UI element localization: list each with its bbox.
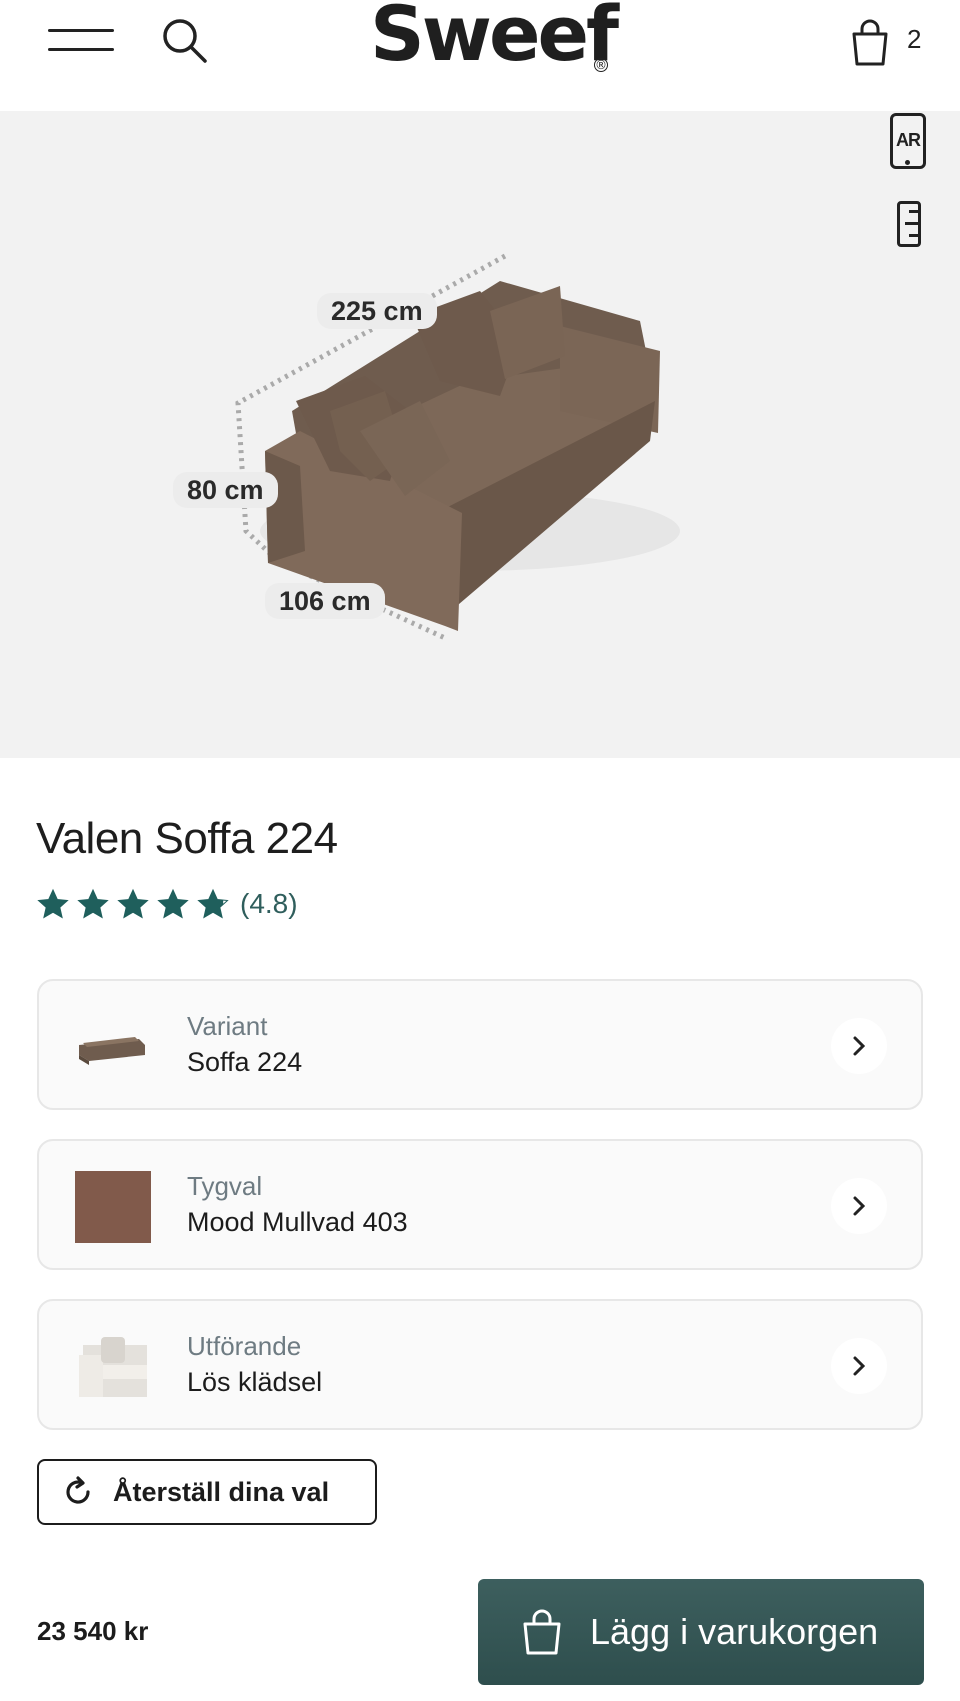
product-title: Valen Soffa 224: [36, 814, 338, 863]
option-value: Mood Mullvad 403: [187, 1207, 408, 1237]
chevron-right-icon: [853, 1196, 866, 1216]
star-icon: [37, 888, 69, 919]
sweef-logo[interactable]: Sweef: [370, 0, 619, 74]
cart-count: 2: [907, 24, 922, 54]
star-icon: [197, 888, 229, 919]
add-to-cart-button[interactable]: Lägg i varukorgen: [478, 1579, 924, 1685]
slipcover-sofa-thumbnail: [79, 1337, 147, 1397]
star-icon: [117, 888, 149, 919]
menu-button[interactable]: [48, 26, 116, 56]
option-label: Variant: [187, 1011, 268, 1041]
chevron-right-button[interactable]: [831, 1018, 887, 1074]
search-button[interactable]: [160, 16, 210, 66]
sofa-image: [235, 253, 680, 641]
rating-value: (4.8): [240, 888, 298, 919]
reset-selections-button[interactable]: Återställ dina val: [37, 1459, 377, 1525]
ruler-icon-tick: [909, 210, 918, 213]
chevron-right-button[interactable]: [831, 1338, 887, 1394]
ruler-icon-tick: [909, 234, 918, 237]
ar-label: AR: [896, 130, 921, 150]
shopping-bag-icon: [523, 1609, 561, 1655]
menu-icon-line: [48, 48, 114, 51]
ruler-icon-tick: [905, 222, 918, 225]
price: 23 540 kr: [37, 1616, 149, 1646]
star-icon: [77, 888, 109, 919]
rating[interactable]: (4.8): [36, 884, 298, 924]
chevron-right-icon: [853, 1356, 866, 1376]
dimension-height-label: 80 cm: [173, 472, 278, 508]
ruler-button[interactable]: [897, 201, 921, 247]
option-card-finish[interactable]: Utförande Lös klädsel: [37, 1299, 923, 1430]
phone-icon-dot: [905, 160, 910, 165]
chevron-right-icon: [853, 1036, 866, 1056]
option-label: Tygval: [187, 1171, 263, 1201]
option-card-variant[interactable]: Variant Soffa 224: [37, 979, 923, 1110]
product-viewer[interactable]: AR 225 cm 80 cm 106 cm: [0, 111, 960, 758]
menu-icon-line: [48, 29, 114, 32]
registered-mark: ®: [594, 58, 608, 72]
option-value: Soffa 224: [187, 1047, 303, 1077]
shopping-bag-icon: [852, 19, 888, 66]
fabric-swatch: [75, 1171, 151, 1243]
option-value: Lös klädsel: [187, 1367, 323, 1397]
add-to-cart-label: Lägg i varukorgen: [590, 1611, 879, 1652]
dimension-depth-label: 106 cm: [265, 583, 385, 619]
star-icon: [157, 888, 189, 919]
search-icon: [163, 19, 207, 63]
reset-label: Återställ dina val: [113, 1476, 330, 1507]
site-header: Sweef ® 2: [0, 0, 960, 111]
ar-view-button[interactable]: AR: [890, 113, 926, 169]
refresh-icon: [66, 1476, 90, 1504]
chevron-right-button[interactable]: [831, 1178, 887, 1234]
option-card-fabric[interactable]: Tygval Mood Mullvad 403: [37, 1139, 923, 1270]
option-label: Utförande: [187, 1331, 302, 1361]
cart-button[interactable]: [848, 18, 892, 68]
dimension-width-label: 225 cm: [317, 293, 437, 329]
sofa-thumbnail: [79, 1037, 145, 1065]
